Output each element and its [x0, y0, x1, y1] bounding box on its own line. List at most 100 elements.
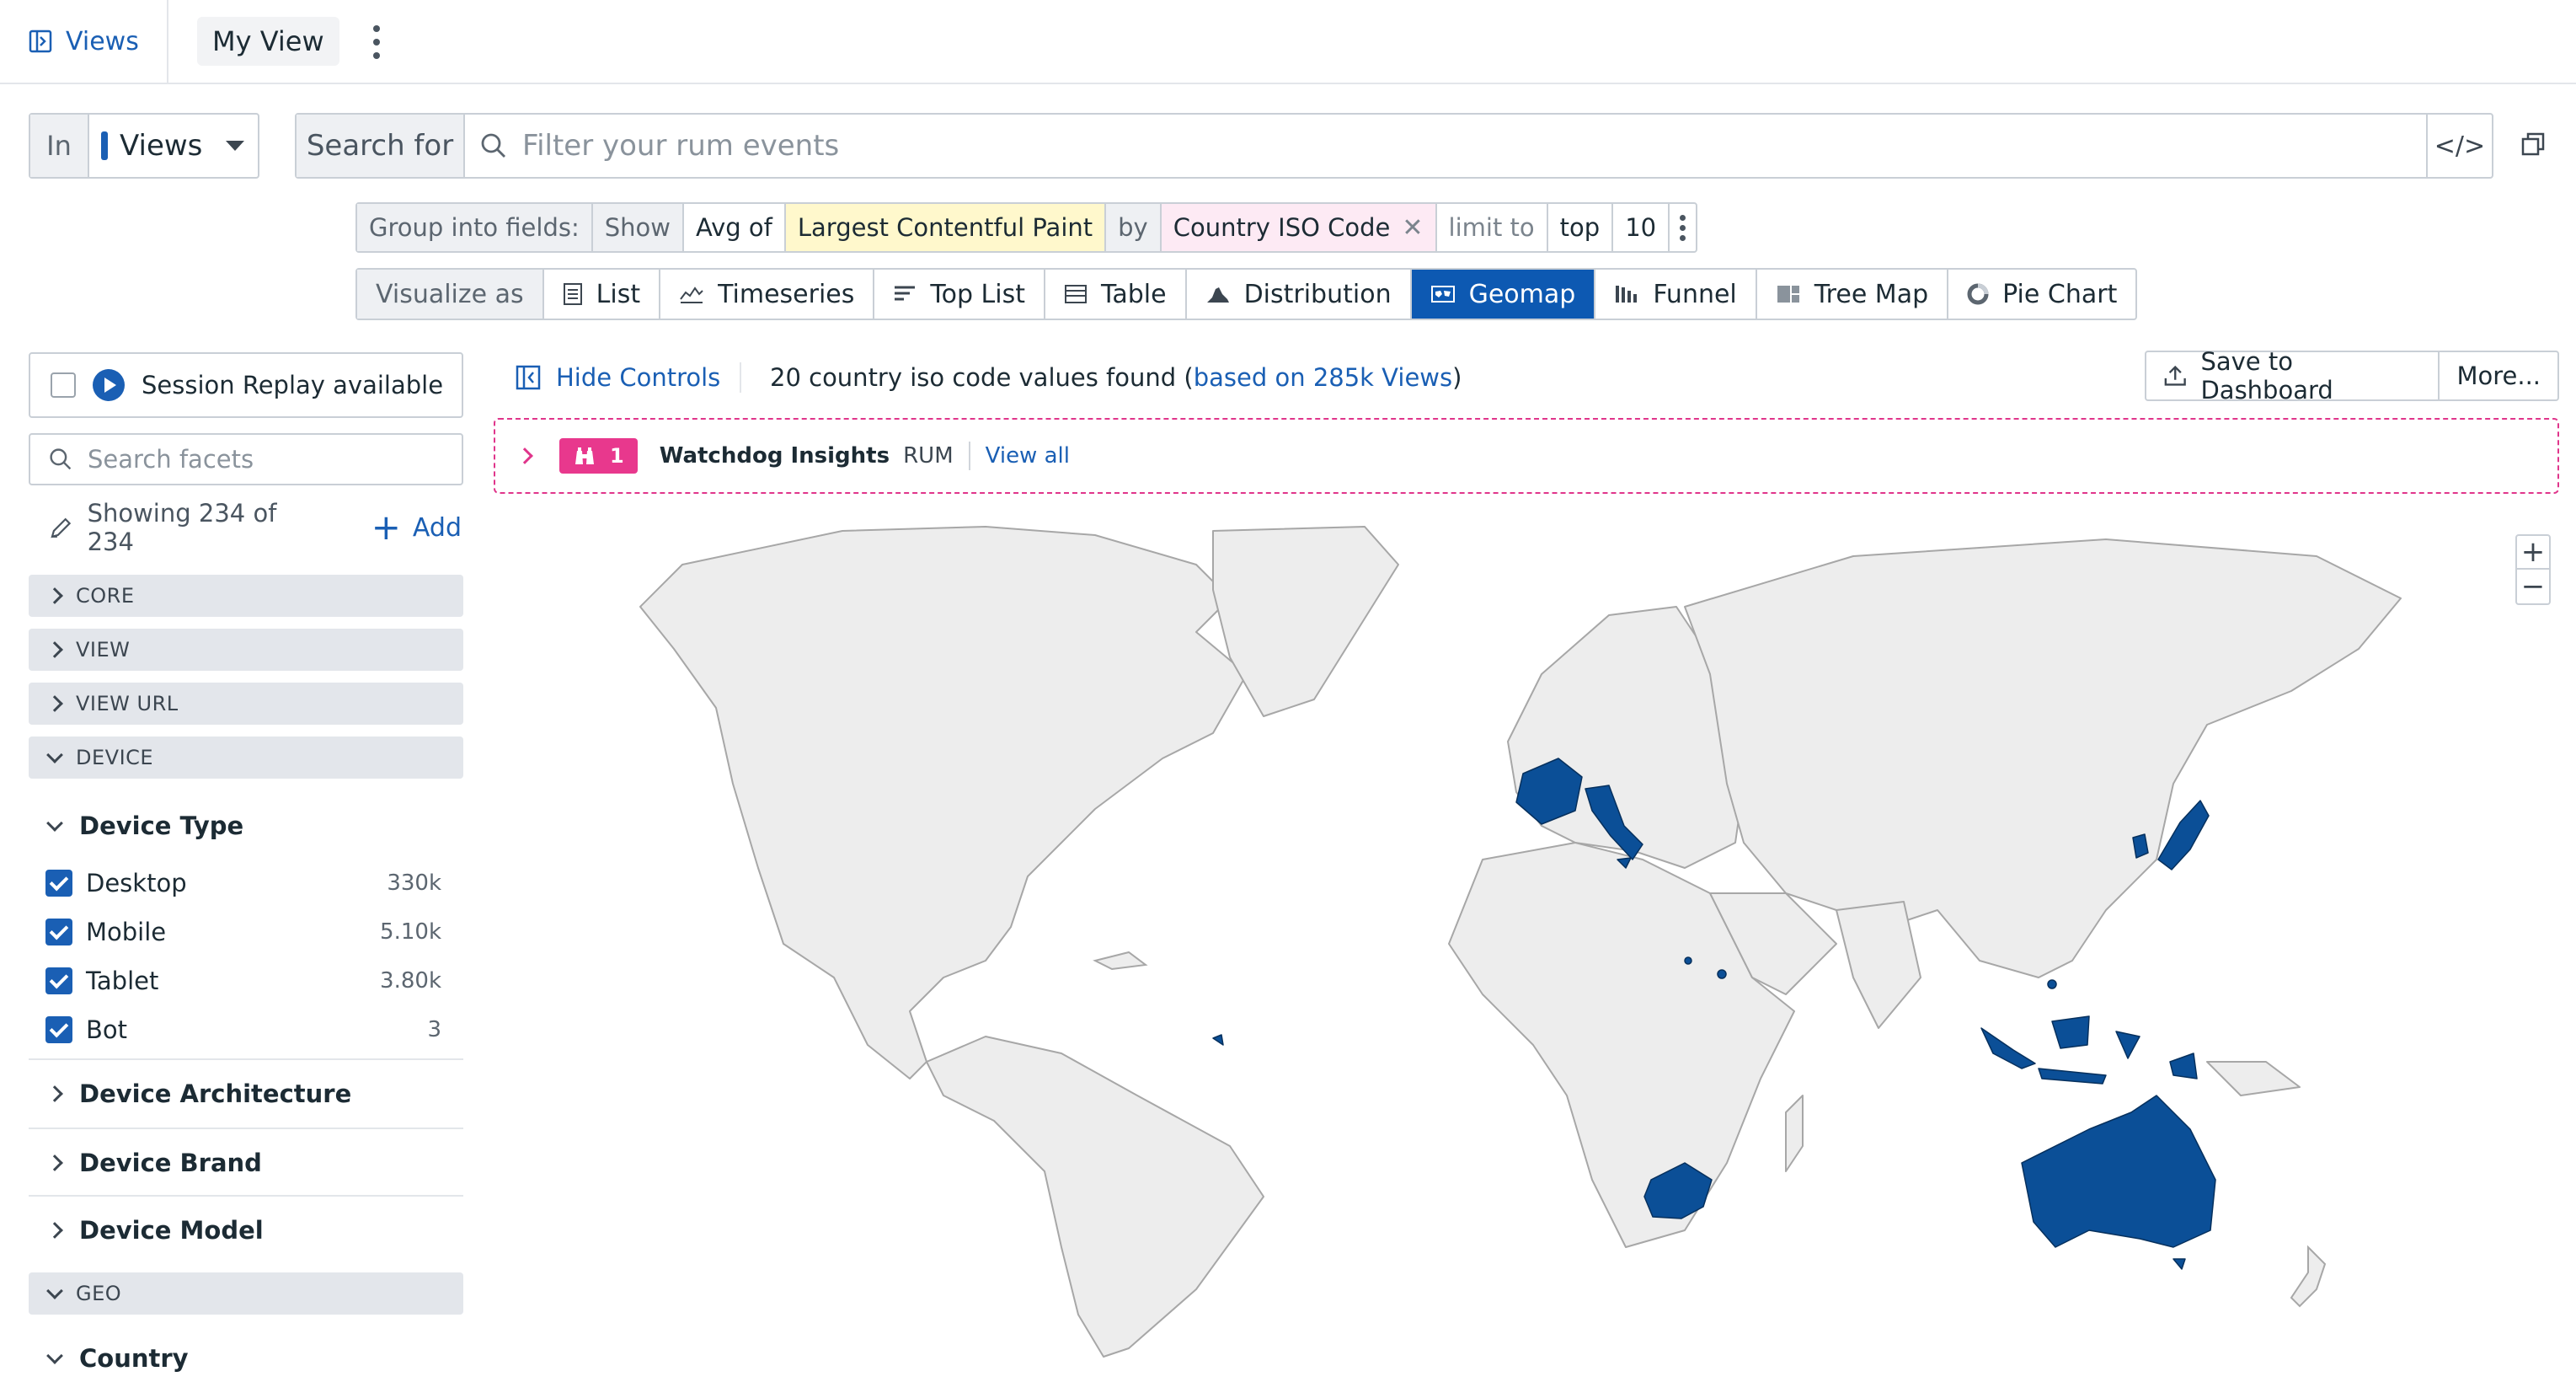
search-input[interactable]: Filter your rum events — [465, 115, 2426, 177]
section-core[interactable]: CORE — [29, 575, 463, 617]
map-madagascar[interactable] — [1785, 1095, 1804, 1172]
map-caribbean[interactable] — [1093, 951, 1148, 971]
results-prefix: 20 country iso code values found ( — [770, 363, 1194, 392]
zoom-out-button[interactable]: − — [2517, 570, 2549, 603]
by-label: by — [1106, 204, 1162, 251]
viz-option-funnel[interactable]: Funnel — [1595, 270, 1757, 319]
facet-title: Device Brand — [79, 1149, 262, 1177]
group-label: Group into fields: — [357, 204, 593, 251]
viz-option-label: Table — [1100, 279, 1167, 309]
map-north-america[interactable] — [639, 526, 1248, 1079]
section-view[interactable]: VIEW — [29, 629, 463, 671]
results-summary: 20 country iso code values found (based … — [770, 361, 1462, 394]
checkbox-checked[interactable] — [45, 919, 72, 945]
hide-controls-button[interactable]: Hide Controls — [516, 361, 720, 394]
section-view-url[interactable]: VIEW URL — [29, 683, 463, 725]
copy-icon[interactable] — [2520, 131, 2546, 157]
viz-option-treemap[interactable]: Tree Map — [1757, 270, 1949, 319]
viz-option-table[interactable]: Table — [1045, 270, 1187, 319]
views-link[interactable]: Views — [29, 22, 139, 61]
facet-value-tablet[interactable]: Tablet 3.80k — [45, 962, 441, 999]
aggregation-select[interactable]: Avg of — [684, 204, 786, 251]
zoom-in-button[interactable]: + — [2517, 535, 2549, 570]
results-suffix: ) — [1452, 363, 1462, 392]
facet-device-brand[interactable]: Device Brand — [46, 1144, 262, 1181]
measure-select[interactable]: Largest Contentful Paint — [785, 204, 1107, 251]
section-label: DEVICE — [76, 746, 154, 769]
session-replay-label: Session Replay available — [142, 371, 444, 399]
session-replay-checkbox[interactable] — [51, 372, 76, 398]
map-israel[interactable] — [1684, 956, 1692, 965]
checkbox-checked[interactable] — [45, 870, 72, 897]
map-south-korea[interactable] — [2132, 833, 2149, 859]
add-label: Add — [412, 512, 462, 543]
viz-option-distribution[interactable]: Distribution — [1187, 270, 1412, 319]
section-label: VIEW — [76, 638, 131, 662]
limit-to-label: limit to — [1437, 204, 1548, 251]
facet-value-bot[interactable]: Bot 3 — [45, 1011, 441, 1048]
map-tasmania[interactable] — [2172, 1258, 2186, 1270]
code-view-button[interactable]: </> — [2426, 115, 2492, 177]
map-australia[interactable] — [2021, 1095, 2216, 1248]
checkbox-checked[interactable] — [45, 967, 72, 994]
add-facet-button[interactable]: + Add — [371, 510, 462, 545]
viz-option-toplist[interactable]: Top List — [874, 270, 1045, 319]
data-source-select[interactable]: In Views — [29, 113, 259, 179]
checkbox-checked[interactable] — [45, 1016, 72, 1043]
export-controls: Save to Dashboard More... — [2145, 347, 2559, 404]
search-bar: Search for Filter your rum events </> — [295, 113, 2493, 179]
viz-option-label: Top List — [930, 279, 1025, 309]
section-label: CORE — [76, 584, 135, 608]
top-select[interactable]: top — [1548, 204, 1614, 251]
limit-input[interactable]: 10 — [1613, 204, 1670, 251]
facet-device-type[interactable]: Device Type — [46, 807, 243, 844]
chevron-right-icon[interactable] — [516, 447, 533, 464]
geomap-icon — [1430, 286, 1455, 303]
chevron-right-icon — [46, 587, 63, 604]
session-replay-filter[interactable]: Session Replay available — [29, 352, 463, 418]
view-options-kebab-icon[interactable] — [371, 25, 382, 59]
save-to-dashboard-button[interactable]: Save to Dashboard — [2146, 347, 2440, 404]
map-indonesia[interactable] — [1980, 1015, 2198, 1085]
map-hong-kong[interactable] — [2047, 979, 2057, 989]
group-field-chip[interactable]: Country ISO Code ✕ — [1161, 204, 1437, 251]
visualize-label: Visualize as — [357, 270, 544, 319]
results-basis-link[interactable]: based on 285k Views — [1194, 363, 1452, 392]
map-new-guinea[interactable] — [2206, 1061, 2301, 1096]
group-by-controls: Group into fields: Show Avg of Largest C… — [355, 202, 1698, 253]
viz-option-list[interactable]: List — [544, 270, 661, 319]
group-options-kebab-icon[interactable] — [1670, 204, 1696, 251]
map-greenland[interactable] — [1212, 526, 1399, 717]
map-south-america[interactable] — [926, 1036, 1264, 1358]
map-india[interactable] — [1836, 901, 1921, 1029]
viz-option-timeseries[interactable]: Timeseries — [660, 270, 875, 319]
facet-search-input[interactable]: Search facets — [29, 433, 463, 485]
more-button[interactable]: More... — [2440, 352, 2557, 399]
facet-country[interactable]: Country — [46, 1340, 189, 1377]
view-name[interactable]: My View — [197, 17, 339, 66]
watchdog-view-all-link[interactable]: View all — [986, 443, 1070, 469]
remove-field-icon[interactable]: ✕ — [1402, 213, 1423, 243]
facet-device-architecture[interactable]: Device Architecture — [46, 1075, 351, 1112]
facet-device-model[interactable]: Device Model — [46, 1212, 264, 1249]
section-device[interactable]: DEVICE — [29, 737, 463, 779]
world-map[interactable] — [590, 506, 2477, 1382]
facet-search-placeholder: Search facets — [88, 445, 254, 474]
viz-option-label: Geomap — [1468, 279, 1576, 309]
section-geo[interactable]: GEO — [29, 1272, 463, 1315]
map-qatar[interactable] — [1717, 969, 1727, 979]
pencil-icon[interactable] — [49, 515, 74, 540]
facet-value-count: 330k — [387, 870, 441, 896]
map-french-guiana[interactable] — [1212, 1034, 1224, 1046]
map-new-zealand[interactable] — [2290, 1245, 2327, 1308]
facet-title: Device Model — [79, 1216, 264, 1245]
viz-option-piechart[interactable]: Pie Chart — [1948, 270, 2135, 319]
viz-option-label: List — [596, 279, 641, 309]
watchdog-source: RUM — [903, 443, 954, 469]
viz-option-geomap[interactable]: Geomap — [1411, 270, 1596, 319]
in-label: In — [30, 115, 89, 177]
facet-value-count: 5.10k — [380, 919, 441, 945]
facet-value-mobile[interactable]: Mobile 5.10k — [45, 913, 441, 951]
timeseries-icon — [680, 287, 703, 303]
facet-value-desktop[interactable]: Desktop 330k — [45, 865, 441, 902]
